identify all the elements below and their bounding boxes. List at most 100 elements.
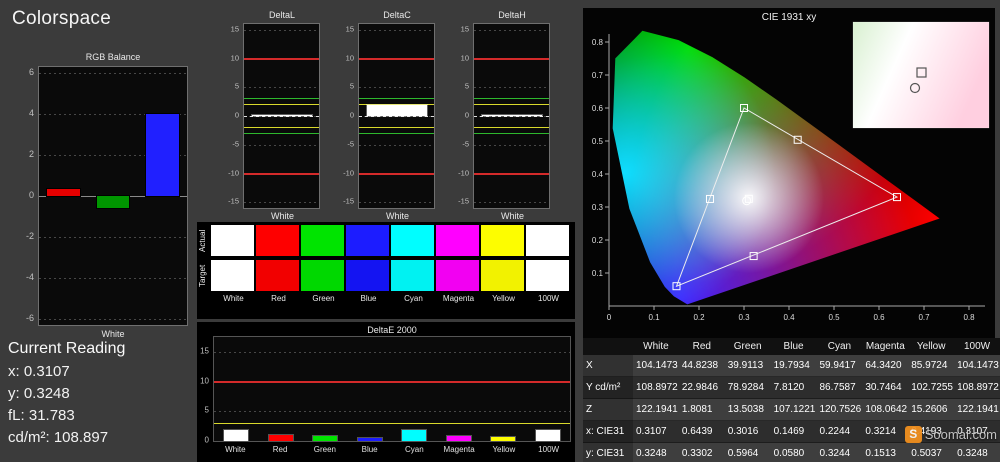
svg-text:0: 0 <box>607 313 612 322</box>
y-tick-label: -10 <box>343 168 354 177</box>
table-header-cell: Magenta <box>862 338 908 355</box>
y-tick-label: -15 <box>228 197 239 206</box>
table-row-label: Z <box>583 399 633 421</box>
svg-text:0.4: 0.4 <box>592 170 604 179</box>
reference-line <box>244 173 319 175</box>
swatch-row-label-actual: Actual <box>198 225 209 256</box>
svg-text:0.8: 0.8 <box>592 38 604 47</box>
color-swatch-target <box>436 260 479 291</box>
reference-line <box>359 173 434 175</box>
svg-text:0.6: 0.6 <box>873 313 885 322</box>
x-axis-label: White <box>358 211 437 221</box>
table-cell: 22.9846 <box>679 377 725 399</box>
y-tick-label: 4 <box>29 108 34 118</box>
y-tick-label: -2 <box>26 231 34 241</box>
table-cell: 108.8972 <box>954 377 1000 399</box>
gridline <box>39 319 187 320</box>
chart-title: RGB Balance <box>38 52 188 62</box>
reference-line <box>474 98 549 99</box>
table-cell: 0.0580 <box>771 443 817 462</box>
swatch-column-label: Cyan <box>391 294 436 303</box>
y-tick-label: -10 <box>458 168 469 177</box>
x-tick-label: Green <box>303 445 348 454</box>
chart-title: CIE 1931 xy <box>583 12 995 23</box>
svg-text:0.2: 0.2 <box>693 313 705 322</box>
bar-red <box>47 189 80 196</box>
bar-green <box>97 196 130 208</box>
y-tick-label: 15 <box>461 24 469 33</box>
y-tick-label: -15 <box>458 197 469 206</box>
y-axis: 151050-5-10-15 <box>224 23 241 209</box>
table-cell: 0.3248 <box>633 443 679 462</box>
color-swatch-actual <box>481 225 524 256</box>
svg-text:0.5: 0.5 <box>592 137 604 146</box>
color-swatch-target <box>391 260 434 291</box>
delta-l-plot <box>243 23 320 209</box>
gridline <box>244 202 319 203</box>
reference-line <box>244 98 319 99</box>
color-swatch-actual <box>346 225 389 256</box>
table-cell: 0.3214 <box>862 421 908 443</box>
soomal-logo-icon: S <box>905 426 922 443</box>
current-reading-title: Current Reading <box>8 340 125 358</box>
gridline <box>359 87 434 88</box>
table-header-cell: Green <box>725 338 771 355</box>
color-swatch-actual <box>436 225 479 256</box>
reference-line <box>244 127 319 128</box>
bar-yellow <box>491 437 515 441</box>
table-cell: 108.0642 <box>862 399 908 421</box>
x-tick-label: Cyan <box>392 445 437 454</box>
delta-c-plot <box>358 23 435 209</box>
color-swatch-target <box>301 260 344 291</box>
measurement-table: WhiteRedGreenBlueCyanMagentaYellow100WX1… <box>583 338 1000 462</box>
reference-line <box>214 441 570 442</box>
reference-line <box>474 58 549 60</box>
y-tick-label: 0 <box>465 111 469 120</box>
x-axis-label: White <box>243 211 322 221</box>
svg-text:0.3: 0.3 <box>592 203 604 212</box>
y-tick-label: 5 <box>350 82 354 91</box>
reading-y: y: 0.3248 <box>8 383 125 405</box>
table-cell: 108.8972 <box>633 377 679 399</box>
swatch-column-label: 100W <box>526 294 571 303</box>
cie-chromaticity-svg: 00.10.20.30.40.50.60.70.80.10.20.30.40.5… <box>583 8 995 338</box>
table-cell: 0.3248 <box>954 443 1000 462</box>
bar-white <box>482 115 542 116</box>
y-tick-label: 2 <box>29 149 34 159</box>
y-tick-label: 15 <box>346 24 354 33</box>
watermark-text: Soomal.com <box>925 427 997 442</box>
svg-text:0.8: 0.8 <box>963 313 975 322</box>
delta-h-chart: DeltaH 151050-5-10-15 White <box>454 8 552 222</box>
y-axis: 6420-2-4-6 <box>12 66 36 326</box>
y-tick-label: -10 <box>228 168 239 177</box>
y-tick-label: -6 <box>26 313 34 323</box>
delta-h-plot <box>473 23 550 209</box>
bar-100w <box>536 430 560 441</box>
x-tick-label: White <box>213 445 258 454</box>
y-tick-label: -5 <box>347 139 354 148</box>
table-cell: 78.9284 <box>725 377 771 399</box>
table-cell: 59.9417 <box>817 355 863 377</box>
svg-text:0.4: 0.4 <box>783 313 795 322</box>
color-swatch-panel: Actual Target WhiteRedGreenBlueCyanMagen… <box>197 222 575 319</box>
y-axis: 151050-5-10-15 <box>339 23 356 209</box>
y-axis: 151050 <box>197 336 211 442</box>
table-cell: 39.9113 <box>725 355 771 377</box>
reference-line <box>244 104 319 105</box>
delta-l-chart: DeltaL 151050-5-10-15 White <box>224 8 322 222</box>
reading-fl: fL: 31.783 <box>8 405 125 427</box>
gridline <box>214 352 570 353</box>
chart-title: DeltaE 2000 <box>213 325 571 335</box>
chart-title: DeltaH <box>472 10 552 20</box>
table-cell: 86.7587 <box>817 377 863 399</box>
gridline <box>359 145 434 146</box>
table-cell: 0.3244 <box>817 443 863 462</box>
color-swatch-target <box>526 260 569 291</box>
table-cell: 0.5037 <box>908 443 954 462</box>
svg-text:0.7: 0.7 <box>918 313 930 322</box>
y-tick-label: 10 <box>461 53 469 62</box>
color-swatch-actual <box>301 225 344 256</box>
y-tick-label: 0 <box>235 111 239 120</box>
y-tick-label: 5 <box>235 82 239 91</box>
gridline <box>474 30 549 31</box>
